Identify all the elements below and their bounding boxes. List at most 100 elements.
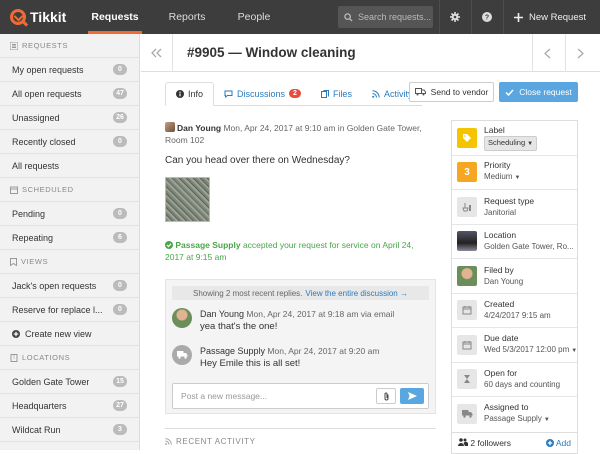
followers-count[interactable]: 2 followers	[458, 438, 511, 448]
sidebar-item-wildcat-run[interactable]: Wildcat Run 3	[0, 418, 139, 442]
hourglass-icon	[457, 369, 477, 390]
sidebar-section-scheduled: SCHEDULED	[0, 178, 139, 202]
due-date-dropdown[interactable]: Wed 5/3/2017 12:00 pm ▼	[484, 344, 576, 357]
previous-request-button[interactable]	[532, 34, 562, 72]
sidebar-item-my-open-requests[interactable]: My open requests 0	[0, 58, 139, 82]
search-icon	[344, 12, 353, 22]
prop-location[interactable]: Location Golden Gate Tower, Ro...	[452, 225, 577, 259]
sidebar-item-repeating[interactable]: Repeating 6	[0, 226, 139, 250]
tab-files[interactable]: Files	[310, 82, 362, 106]
rss-icon	[165, 438, 172, 445]
sidebar-item-pending[interactable]: Pending 0	[0, 202, 139, 226]
sidebar-item-all-requests[interactable]: All requests	[0, 154, 139, 178]
count-badge: 0	[113, 304, 127, 315]
truck-icon	[414, 88, 426, 96]
view-entire-discussion-link[interactable]: View the entire discussion →	[305, 289, 408, 298]
priority-badge: 3	[457, 162, 477, 183]
nav-reports[interactable]: Reports	[142, 0, 232, 34]
prop-assigned-to[interactable]: Assigned to Passage Supply ▼	[452, 397, 577, 432]
vendor-avatar	[172, 345, 192, 365]
search-input[interactable]: Search requests...	[337, 6, 433, 28]
sidebar-item-headquarters[interactable]: Headquarters 27	[0, 394, 139, 418]
request-properties: Label Scheduling ▼ 3 Priority Medium ▼ Reque…	[451, 120, 578, 433]
tab-info[interactable]: Info	[165, 82, 215, 106]
count-badge: 15	[113, 376, 127, 387]
close-request-button[interactable]: Close request	[499, 82, 578, 102]
assigned-to-dropdown[interactable]: Passage Supply ▼	[484, 413, 550, 426]
settings-button[interactable]	[438, 0, 471, 34]
count-badge: 0	[113, 208, 127, 219]
send-message-button[interactable]	[400, 388, 424, 404]
help-icon: ?	[482, 12, 493, 22]
request-title-bar: #9905 — Window cleaning	[141, 33, 600, 72]
prop-open-for: Open for 60 days and counting	[452, 363, 577, 397]
help-button[interactable]: ?	[470, 0, 503, 34]
app-logo[interactable]: Tikkit	[0, 9, 88, 25]
collapse-sidebar-button[interactable]	[141, 33, 173, 72]
count-badge: 0	[113, 136, 127, 147]
count-badge: 6	[113, 232, 127, 243]
avatar	[457, 265, 477, 286]
new-message-input[interactable]: Post a new message...	[172, 383, 429, 409]
attached-photo[interactable]	[165, 177, 210, 222]
avatar	[165, 122, 175, 132]
avatar	[172, 308, 192, 328]
reply-author[interactable]: Passage Supply	[200, 346, 265, 356]
prop-request-type[interactable]: Request type Janitorial	[452, 190, 577, 225]
new-request-button[interactable]: New Request	[502, 0, 600, 34]
chat-icon	[224, 90, 233, 98]
send-icon	[407, 392, 417, 400]
reply-author[interactable]: Dan Young	[200, 309, 244, 319]
label-dropdown[interactable]: Scheduling ▼	[484, 135, 538, 151]
recent-activity-heading: RECENT ACTIVITY	[165, 428, 436, 446]
create-new-view-link[interactable]: Create new view	[0, 322, 139, 346]
reply-text: yea that's the one!	[200, 321, 278, 332]
sidebar-item-unassigned[interactable]: Unassigned 26	[0, 106, 139, 130]
calendar-icon	[457, 334, 477, 355]
check-circle-icon	[165, 241, 173, 249]
nav-people[interactable]: People	[232, 0, 276, 34]
sidebar-item-golden-gate-tower[interactable]: Golden Gate Tower 15	[0, 370, 139, 394]
sidebar-item-recently-closed[interactable]: Recently closed 0	[0, 130, 139, 154]
sidebar: REQUESTS My open requests 0 All open requ…	[0, 34, 140, 450]
count-badge: 47	[113, 88, 127, 99]
sidebar-section-views: VIEWS	[0, 250, 139, 274]
send-to-vendor-button[interactable]: Send to vendor	[409, 82, 494, 102]
rss-icon	[372, 89, 380, 98]
sidebar-section-locations: LOCATIONS	[0, 346, 139, 370]
bookmark-icon	[10, 257, 17, 266]
truck-icon	[176, 351, 187, 359]
plus-circle-icon	[545, 439, 554, 447]
post-author[interactable]: Dan Young	[177, 123, 221, 133]
chevron-right-icon	[577, 48, 584, 58]
double-chevron-left-icon	[151, 48, 162, 57]
count-badge: 26	[113, 112, 127, 123]
prop-due-date[interactable]: Due date Wed 5/3/2017 12:00 pm ▼	[452, 328, 577, 363]
page-title: #9905 — Window cleaning	[187, 45, 356, 60]
tikkit-logo-icon	[10, 9, 26, 25]
prop-filed-by[interactable]: Filed by Dan Young	[452, 259, 577, 294]
prop-label[interactable]: Label Scheduling ▼	[452, 121, 577, 156]
reply-item: Passage Supply Mon, Apr 24, 2017 at 9:20…	[172, 345, 431, 369]
reply-item: Dan Young Mon, Apr 24, 2017 at 9:18 am v…	[172, 308, 431, 332]
count-badge: 27	[113, 400, 127, 411]
prop-created: Created 4/24/2017 9:15 am	[452, 294, 577, 328]
users-icon	[458, 438, 469, 446]
sidebar-item-reserve-for-replace[interactable]: Reserve for replace l... 0	[0, 298, 139, 322]
sidebar-item-jacks-open-requests[interactable]: Jack's open requests 0	[0, 274, 139, 298]
location-photo	[457, 231, 477, 252]
post-body: Can you head over there on Wednesday?	[165, 155, 350, 166]
attach-file-button[interactable]	[376, 388, 396, 404]
next-request-button[interactable]	[565, 34, 595, 72]
prop-priority[interactable]: 3 Priority Medium ▼	[452, 156, 577, 190]
priority-dropdown[interactable]: Medium ▼	[484, 171, 520, 184]
top-bar: Tikkit Requests Reports People Search re…	[0, 0, 600, 34]
calendar-icon	[457, 300, 477, 321]
sidebar-item-all-open-requests[interactable]: All open requests 47	[0, 82, 139, 106]
nav-requests[interactable]: Requests	[88, 0, 142, 34]
tab-discussions[interactable]: Discussions 2	[214, 82, 311, 106]
plus-icon	[513, 12, 523, 22]
plus-circle-icon	[12, 329, 20, 338]
add-follower-button[interactable]: Add	[545, 438, 571, 448]
svg-text:?: ?	[485, 15, 489, 22]
